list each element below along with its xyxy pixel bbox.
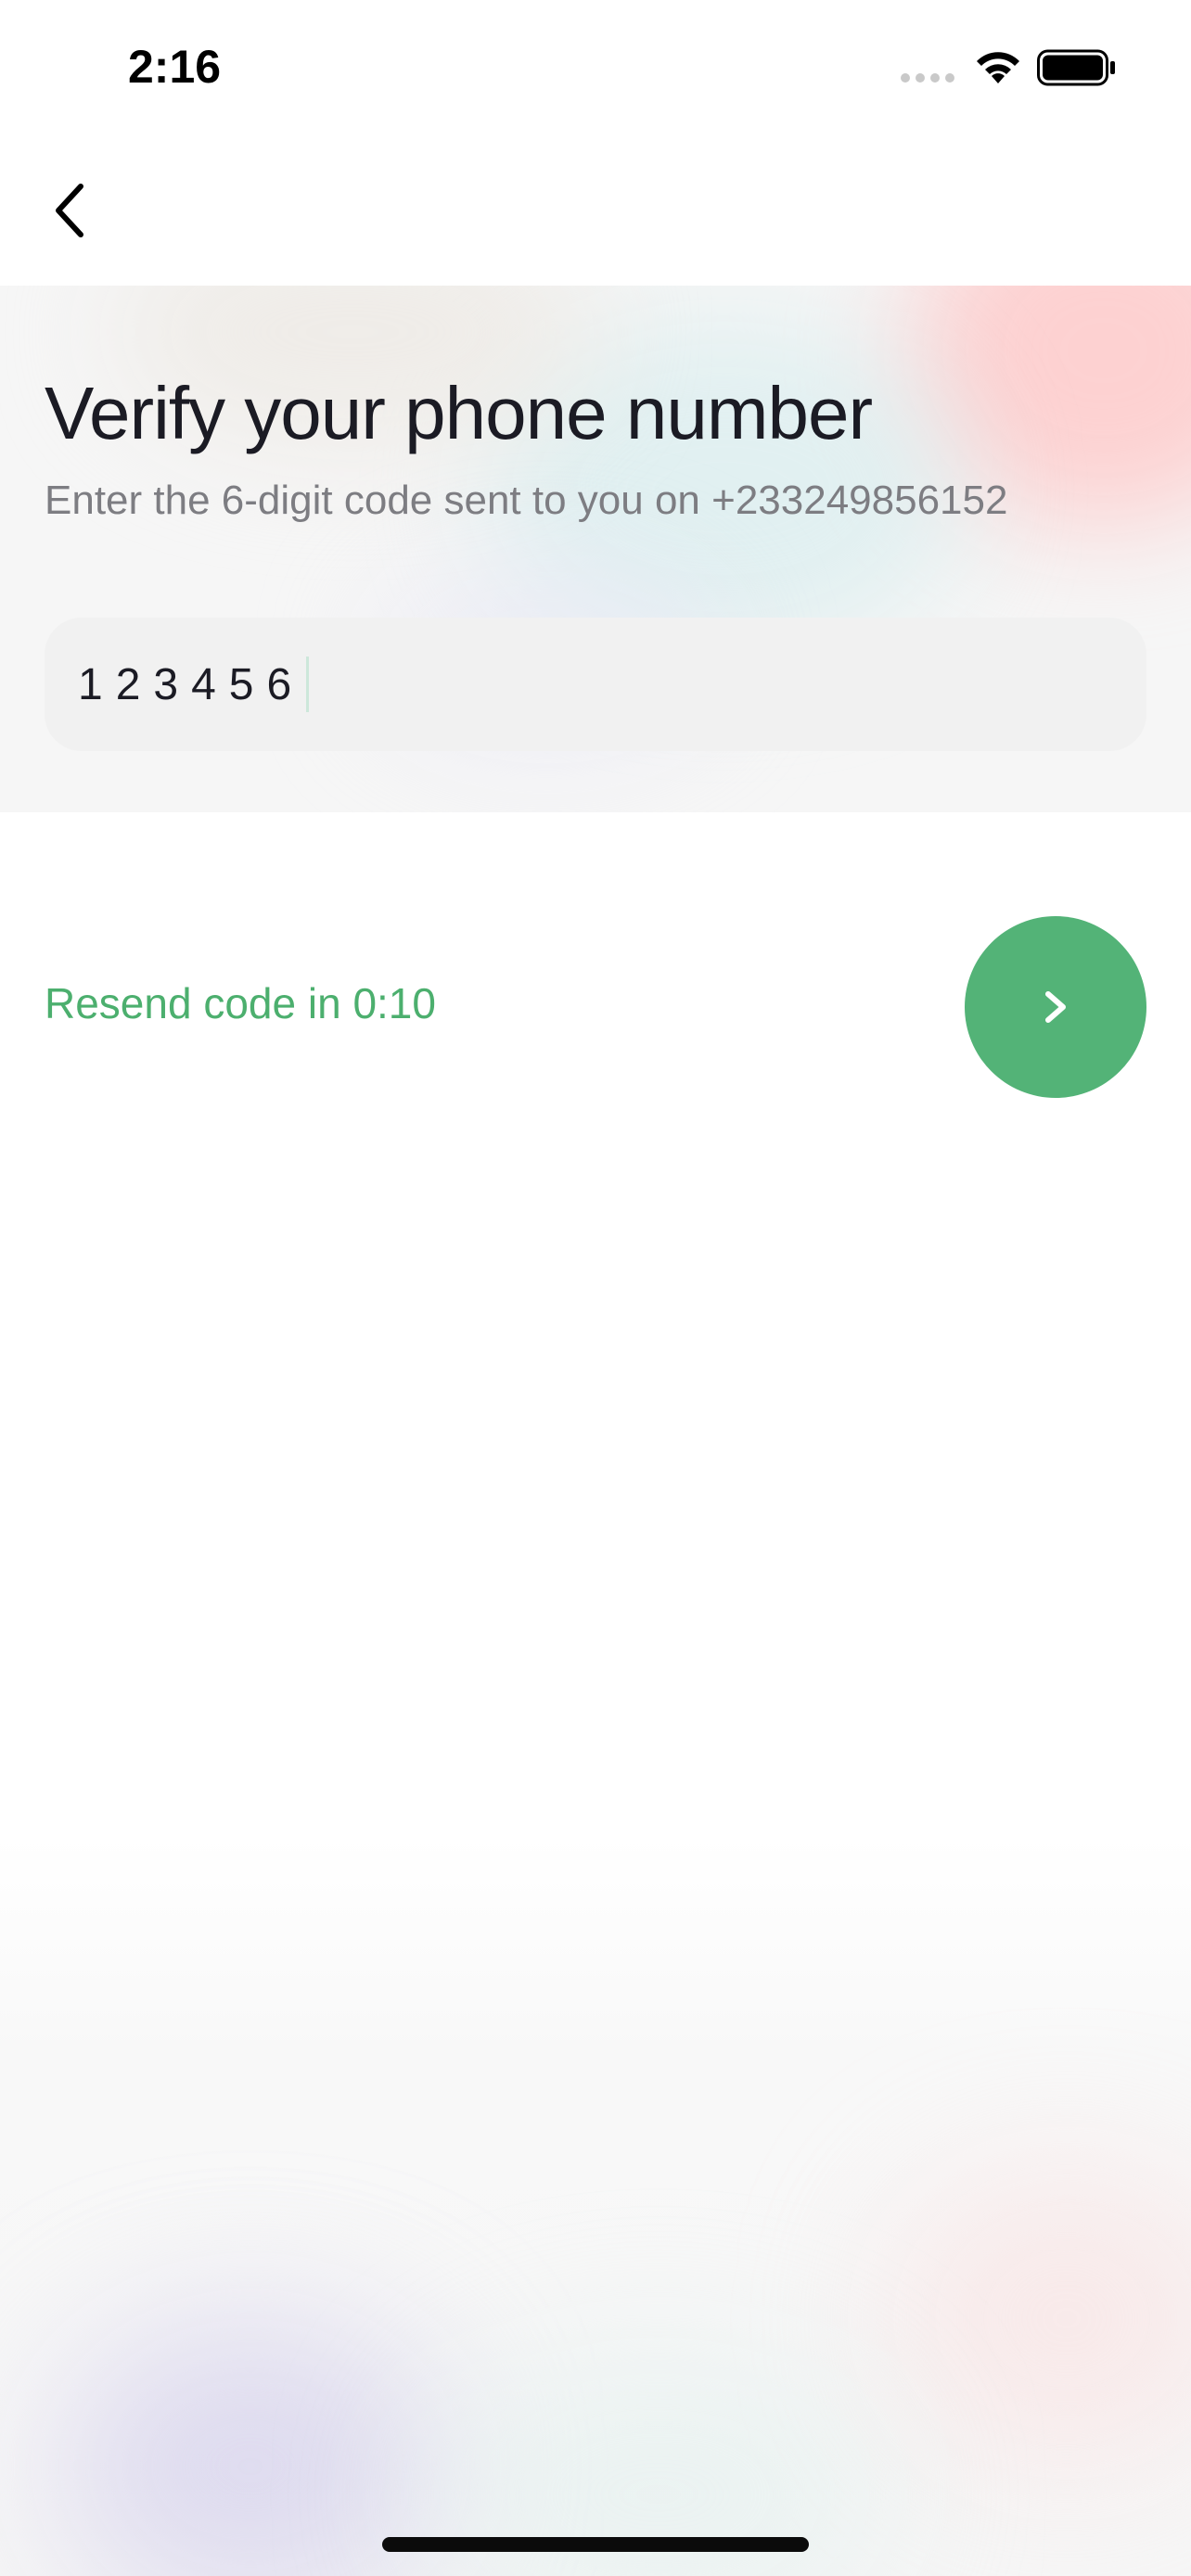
background-gradient xyxy=(890,2170,1191,2467)
back-button[interactable] xyxy=(28,169,111,252)
resend-code-link[interactable]: Resend code in 0:10 xyxy=(45,976,436,1031)
battery-icon xyxy=(1037,49,1115,86)
page-title: Verify your phone number xyxy=(45,372,873,454)
bottom-background xyxy=(0,1836,1191,2576)
wifi-icon xyxy=(977,52,1019,83)
text-caret xyxy=(306,657,310,712)
page-subtitle: Enter the 6-digit code sent to you on +2… xyxy=(45,478,1008,523)
chevron-right-icon xyxy=(1045,991,1066,1023)
status-bar: 2:16 xyxy=(0,0,1191,139)
status-time: 2:16 xyxy=(128,41,222,93)
chevron-left-icon xyxy=(56,184,83,237)
verification-code-input[interactable]: 123456 xyxy=(45,618,1146,751)
verification-code-value: 123456 xyxy=(78,659,305,709)
next-button[interactable] xyxy=(965,916,1146,1098)
home-indicator[interactable] xyxy=(382,2537,809,2552)
verification-header: Verify your phone number Enter the 6-dig… xyxy=(0,286,1191,812)
nav-bar xyxy=(0,139,1191,286)
signal-dots-icon xyxy=(901,73,954,83)
